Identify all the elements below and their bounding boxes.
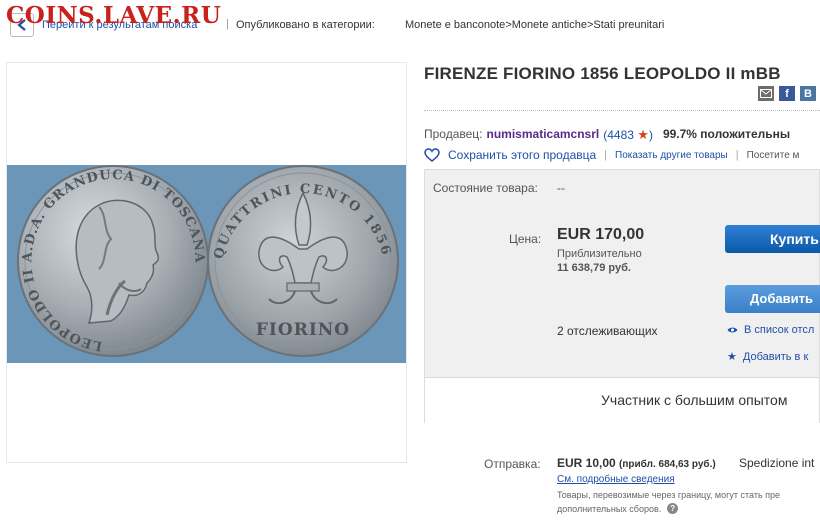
add-to-cart-button[interactable]: Добавить bbox=[725, 285, 820, 313]
condition-label: Состояние товара: bbox=[433, 181, 538, 195]
mail-icon[interactable] bbox=[758, 86, 774, 101]
coin-image: LEOPOLDO II A.D.A. GRANDUCA DI TOSCANA Q… bbox=[17, 165, 399, 357]
breadcrumb: Monete e banconote > Monete antiche > St… bbox=[405, 19, 664, 31]
other-items-link[interactable]: Показать другие товары bbox=[615, 150, 728, 161]
coin-reverse: QUATTRINI CENTO 1856 FIORINO bbox=[207, 165, 399, 357]
add-to-watchlist-link[interactable]: В список отсл bbox=[727, 324, 814, 336]
buy-box: Состояние товара: -- Цена: EUR 170,00 Пр… bbox=[424, 169, 820, 423]
item-image-panel[interactable]: LEOPOLDO II A.D.A. GRANDUCA DI TOSCANA Q… bbox=[6, 62, 407, 463]
eye-icon bbox=[727, 327, 738, 333]
seller-name-link[interactable]: numismaticamcnsrl bbox=[487, 127, 600, 143]
visit-store-link[interactable]: Посетите м bbox=[747, 150, 800, 161]
shipping-note: Товары, перевозимые через границу, могут… bbox=[557, 490, 781, 500]
reverse-denomination: FIORINO bbox=[256, 320, 350, 340]
condition-value: -- bbox=[557, 181, 565, 195]
save-seller-row: Сохранить этого продавца | Показать друг… bbox=[424, 148, 799, 162]
price-value: EUR 170,00 bbox=[557, 226, 645, 243]
buy-now-button[interactable]: Купить bbox=[725, 225, 820, 253]
listing-title: FIRENZE FIORINO 1856 LEOPOLDO II mBB bbox=[424, 64, 781, 83]
shipping-destination: Spedizione int bbox=[739, 456, 815, 470]
approx-value: 11 638,79 руб. bbox=[557, 262, 631, 274]
watchers-count: 2 отслеживающих bbox=[557, 324, 658, 338]
price-label: Цена: bbox=[509, 232, 542, 246]
help-icon[interactable]: ? bbox=[667, 503, 679, 514]
breadcrumb-separator: | bbox=[226, 18, 229, 30]
breadcrumb-item[interactable]: Monete antiche bbox=[512, 19, 587, 31]
save-seller-link[interactable]: Сохранить этого продавца bbox=[448, 148, 596, 162]
share-icons: f B bbox=[758, 86, 816, 101]
divider bbox=[424, 110, 820, 111]
category-label: Опубликовано в категории: bbox=[236, 19, 375, 31]
coin-photo[interactable]: LEOPOLDO II A.D.A. GRANDUCA DI TOSCANA Q… bbox=[7, 165, 406, 363]
approx-label: Приблизительно bbox=[557, 248, 642, 260]
experienced-seller-badge: Участник с большим опытом bbox=[425, 378, 819, 423]
breadcrumb-item[interactable]: Stati preunitari bbox=[593, 19, 664, 31]
shipping-details-link[interactable]: См. подробные сведения bbox=[557, 474, 675, 485]
facebook-icon[interactable]: f bbox=[779, 86, 795, 101]
seller-label: Продавец: bbox=[424, 127, 483, 141]
seller-positive-feedback: 99.7% положительны bbox=[662, 127, 791, 141]
coin-obverse: LEOPOLDO II A.D.A. GRANDUCA DI TOSCANA bbox=[17, 165, 209, 357]
star-icon: ★ bbox=[727, 351, 737, 363]
shipping-label: Отправка: bbox=[484, 457, 541, 471]
star-icon: ★ bbox=[637, 127, 649, 142]
add-to-collection-link[interactable]: ★ Добавить в к bbox=[727, 350, 808, 364]
seller-info: Продавец: numismaticamcnsrl (4483 ★) 99.… bbox=[424, 127, 790, 143]
site-watermark: COINS.LAVE.RU bbox=[6, 2, 222, 29]
breadcrumb-item[interactable]: Monete e banconote bbox=[405, 19, 505, 31]
vk-icon[interactable]: B bbox=[800, 86, 816, 101]
shipping-price: EUR 10,00 (прибл. 684,63 руб.) bbox=[557, 456, 716, 470]
seller-feedback-score[interactable]: (4483 ★) bbox=[603, 127, 653, 143]
heart-icon[interactable] bbox=[424, 148, 440, 162]
shipping-note: дополнительных сборов.? bbox=[557, 503, 679, 514]
